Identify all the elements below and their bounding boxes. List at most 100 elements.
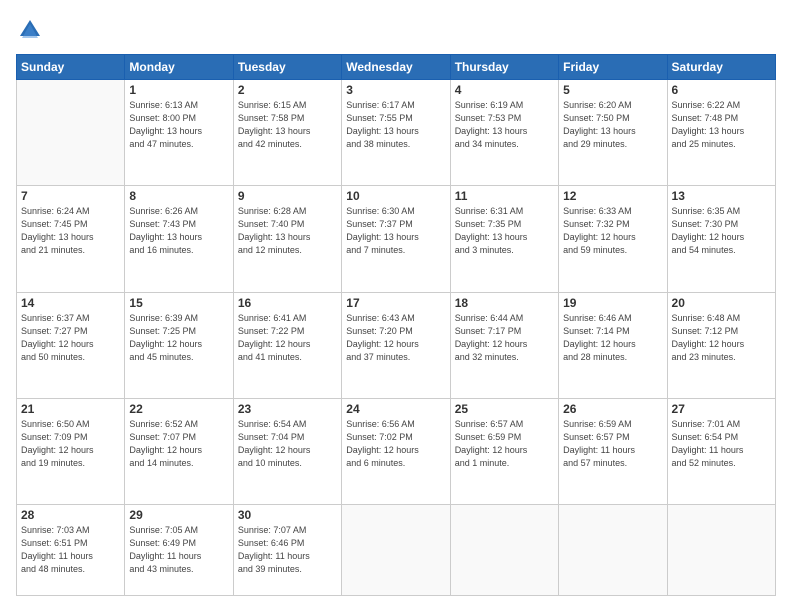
logo-icon [16, 16, 44, 44]
calendar-day-12: 12 Sunrise: 6:33 AM Sunset: 7:32 PM Dayli… [559, 186, 667, 292]
day-info: Sunrise: 6:15 AM Sunset: 7:58 PM Dayligh… [238, 99, 337, 151]
day-number: 11 [455, 189, 554, 203]
day-info: Sunrise: 7:03 AM Sunset: 6:51 PM Dayligh… [21, 524, 120, 576]
weekday-header-tuesday: Tuesday [233, 55, 341, 80]
day-number: 13 [672, 189, 771, 203]
day-number: 24 [346, 402, 445, 416]
weekday-header-monday: Monday [125, 55, 233, 80]
day-number: 1 [129, 83, 228, 97]
day-number: 23 [238, 402, 337, 416]
day-info: Sunrise: 6:37 AM Sunset: 7:27 PM Dayligh… [21, 312, 120, 364]
weekday-header-row: SundayMondayTuesdayWednesdayThursdayFrid… [17, 55, 776, 80]
calendar-day-5: 5 Sunrise: 6:20 AM Sunset: 7:50 PM Daylig… [559, 80, 667, 186]
day-info: Sunrise: 6:52 AM Sunset: 7:07 PM Dayligh… [129, 418, 228, 470]
day-info: Sunrise: 6:30 AM Sunset: 7:37 PM Dayligh… [346, 205, 445, 257]
day-number: 28 [21, 508, 120, 522]
day-number: 27 [672, 402, 771, 416]
day-info: Sunrise: 6:59 AM Sunset: 6:57 PM Dayligh… [563, 418, 662, 470]
day-info: Sunrise: 6:22 AM Sunset: 7:48 PM Dayligh… [672, 99, 771, 151]
calendar-day-24: 24 Sunrise: 6:56 AM Sunset: 7:02 PM Dayli… [342, 398, 450, 504]
calendar-day-17: 17 Sunrise: 6:43 AM Sunset: 7:20 PM Dayli… [342, 292, 450, 398]
day-info: Sunrise: 6:57 AM Sunset: 6:59 PM Dayligh… [455, 418, 554, 470]
calendar-day-6: 6 Sunrise: 6:22 AM Sunset: 7:48 PM Daylig… [667, 80, 775, 186]
day-info: Sunrise: 6:17 AM Sunset: 7:55 PM Dayligh… [346, 99, 445, 151]
day-number: 2 [238, 83, 337, 97]
day-number: 14 [21, 296, 120, 310]
calendar-day-22: 22 Sunrise: 6:52 AM Sunset: 7:07 PM Dayli… [125, 398, 233, 504]
day-info: Sunrise: 6:35 AM Sunset: 7:30 PM Dayligh… [672, 205, 771, 257]
day-number: 4 [455, 83, 554, 97]
day-info: Sunrise: 6:41 AM Sunset: 7:22 PM Dayligh… [238, 312, 337, 364]
day-info: Sunrise: 6:56 AM Sunset: 7:02 PM Dayligh… [346, 418, 445, 470]
day-info: Sunrise: 6:39 AM Sunset: 7:25 PM Dayligh… [129, 312, 228, 364]
day-info: Sunrise: 6:33 AM Sunset: 7:32 PM Dayligh… [563, 205, 662, 257]
day-info: Sunrise: 6:28 AM Sunset: 7:40 PM Dayligh… [238, 205, 337, 257]
day-number: 3 [346, 83, 445, 97]
day-number: 29 [129, 508, 228, 522]
day-number: 8 [129, 189, 228, 203]
calendar-day-8: 8 Sunrise: 6:26 AM Sunset: 7:43 PM Daylig… [125, 186, 233, 292]
calendar-day-18: 18Sunrise: 6:44 AM Sunset: 7:17 PM Dayli… [450, 292, 558, 398]
header [16, 16, 776, 44]
day-info: Sunrise: 7:01 AM Sunset: 6:54 PM Dayligh… [672, 418, 771, 470]
day-number: 22 [129, 402, 228, 416]
day-info: Sunrise: 6:26 AM Sunset: 7:43 PM Dayligh… [129, 205, 228, 257]
calendar-day-21: 21 Sunrise: 6:50 AM Sunset: 7:09 PM Dayli… [17, 398, 125, 504]
calendar-day-29: 29 Sunrise: 7:05 AM Sunset: 6:49 PM Dayli… [125, 505, 233, 596]
day-info: Sunrise: 6:44 AM Sunset: 7:17 PM Dayligh… [455, 312, 554, 364]
calendar-day-11: 11 Sunrise: 6:31 AM Sunset: 7:35 PM Dayli… [450, 186, 558, 292]
day-info: Sunrise: 6:31 AM Sunset: 7:35 PM Dayligh… [455, 205, 554, 257]
day-info: Sunrise: 6:46 AM Sunset: 7:14 PM Dayligh… [563, 312, 662, 364]
calendar-week-2: 7 Sunrise: 6:24 AM Sunset: 7:45 PM Daylig… [17, 186, 776, 292]
day-number: 30 [238, 508, 337, 522]
calendar-day-27: 27 Sunrise: 7:01 AM Sunset: 6:54 PM Dayli… [667, 398, 775, 504]
day-number: 21 [21, 402, 120, 416]
calendar-day-19: 19 Sunrise: 6:46 AM Sunset: 7:14 PM Dayli… [559, 292, 667, 398]
calendar-day-empty [450, 505, 558, 596]
day-info: Sunrise: 6:20 AM Sunset: 7:50 PM Dayligh… [563, 99, 662, 151]
calendar-day-empty [559, 505, 667, 596]
day-number: 19 [563, 296, 662, 310]
day-number: 10 [346, 189, 445, 203]
day-number: 5 [563, 83, 662, 97]
day-number: 12 [563, 189, 662, 203]
calendar-day-23: 23 Sunrise: 6:54 AM Sunset: 7:04 PM Dayli… [233, 398, 341, 504]
day-number: 9 [238, 189, 337, 203]
day-info: Sunrise: 6:48 AM Sunset: 7:12 PM Dayligh… [672, 312, 771, 364]
calendar-day-25: 25 Sunrise: 6:57 AM Sunset: 6:59 PM Dayli… [450, 398, 558, 504]
calendar-week-5: 28 Sunrise: 7:03 AM Sunset: 6:51 PM Dayli… [17, 505, 776, 596]
calendar-day-3: 3 Sunrise: 6:17 AM Sunset: 7:55 PM Daylig… [342, 80, 450, 186]
day-number: 17 [346, 296, 445, 310]
weekday-header-friday: Friday [559, 55, 667, 80]
day-number: 25 [455, 402, 554, 416]
calendar-day-empty [342, 505, 450, 596]
day-info: Sunrise: 6:50 AM Sunset: 7:09 PM Dayligh… [21, 418, 120, 470]
calendar-week-4: 21 Sunrise: 6:50 AM Sunset: 7:09 PM Dayli… [17, 398, 776, 504]
calendar-day-10: 10 Sunrise: 6:30 AM Sunset: 7:37 PM Dayli… [342, 186, 450, 292]
page: SundayMondayTuesdayWednesdayThursdayFrid… [0, 0, 792, 612]
day-number: 7 [21, 189, 120, 203]
day-info: Sunrise: 6:43 AM Sunset: 7:20 PM Dayligh… [346, 312, 445, 364]
day-number: 6 [672, 83, 771, 97]
calendar-day-1: 1Sunrise: 6:13 AM Sunset: 8:00 PM Daylig… [125, 80, 233, 186]
day-info: Sunrise: 7:05 AM Sunset: 6:49 PM Dayligh… [129, 524, 228, 576]
calendar-day-16: 16 Sunrise: 6:41 AM Sunset: 7:22 PM Dayli… [233, 292, 341, 398]
calendar-day-4: 4 Sunrise: 6:19 AM Sunset: 7:53 PM Daylig… [450, 80, 558, 186]
day-info: Sunrise: 6:19 AM Sunset: 7:53 PM Dayligh… [455, 99, 554, 151]
day-number: 16 [238, 296, 337, 310]
weekday-header-wednesday: Wednesday [342, 55, 450, 80]
day-number: 15 [129, 296, 228, 310]
calendar-day-14: 14 Sunrise: 6:37 AM Sunset: 7:27 PM Dayli… [17, 292, 125, 398]
day-info: Sunrise: 6:24 AM Sunset: 7:45 PM Dayligh… [21, 205, 120, 257]
calendar-day-13: 13 Sunrise: 6:35 AM Sunset: 7:30 PM Dayli… [667, 186, 775, 292]
calendar-day-empty [667, 505, 775, 596]
logo [16, 16, 48, 44]
calendar-day-15: 15 Sunrise: 6:39 AM Sunset: 7:25 PM Dayli… [125, 292, 233, 398]
day-info: Sunrise: 6:54 AM Sunset: 7:04 PM Dayligh… [238, 418, 337, 470]
calendar-day-28: 28 Sunrise: 7:03 AM Sunset: 6:51 PM Dayli… [17, 505, 125, 596]
calendar-table: SundayMondayTuesdayWednesdayThursdayFrid… [16, 54, 776, 596]
calendar-day-7: 7 Sunrise: 6:24 AM Sunset: 7:45 PM Daylig… [17, 186, 125, 292]
calendar-week-3: 14 Sunrise: 6:37 AM Sunset: 7:27 PM Dayli… [17, 292, 776, 398]
day-number: 20 [672, 296, 771, 310]
weekday-header-saturday: Saturday [667, 55, 775, 80]
